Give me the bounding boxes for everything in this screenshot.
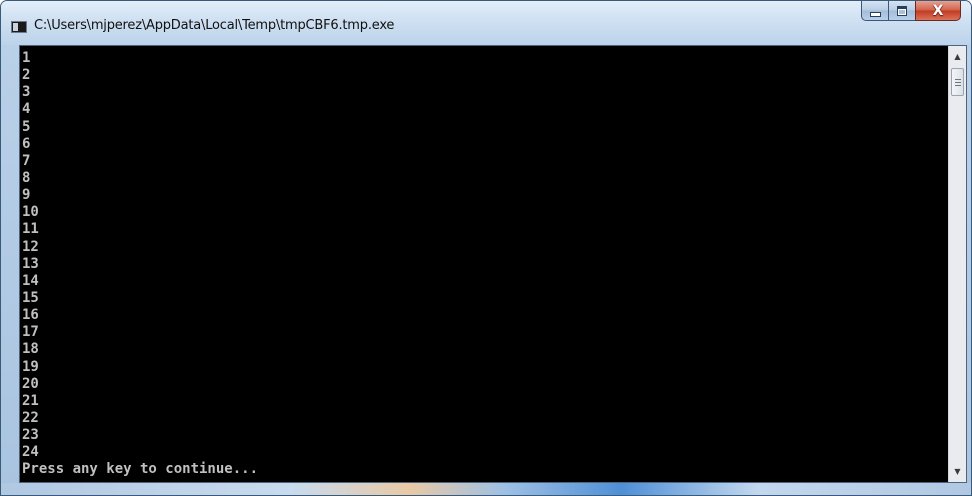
console-line: 3 xyxy=(22,84,31,101)
console-line: 24 xyxy=(22,444,39,461)
window-controls: X xyxy=(861,1,961,23)
minimize-icon xyxy=(869,12,881,17)
console-line: 7 xyxy=(22,152,31,169)
console-line: 18 xyxy=(22,341,39,358)
console-line: 5 xyxy=(22,118,31,135)
thumb-grip-icon xyxy=(954,84,961,86)
close-button[interactable]: X xyxy=(915,1,961,21)
window-title: C:\Users\mjperez\AppData\Local\Temp\tmpC… xyxy=(34,18,395,33)
console-line: 16 xyxy=(22,307,39,324)
console-line: 15 xyxy=(22,289,39,306)
console-line: 9 xyxy=(22,187,31,204)
console-prompt-line: Press any key to continue... xyxy=(22,461,259,478)
thumb-grip-icon xyxy=(954,81,961,83)
console-line: 17 xyxy=(22,324,39,341)
console-area[interactable]: 1 2 3 4 5 6 7 8 9 10 11 12 13 14 15 16 17 18 19 20 21 22 23 24 P… xyxy=(19,45,967,483)
console-app-icon[interactable] xyxy=(11,21,27,33)
maximize-icon xyxy=(897,5,907,16)
console-line: 12 xyxy=(22,238,39,255)
maximize-button[interactable] xyxy=(888,1,915,21)
console-line: 14 xyxy=(22,272,39,289)
console-window: C:\Users\mjperez\AppData\Local\Temp\tmpC… xyxy=(0,0,972,496)
console-line: 1 xyxy=(22,50,31,66)
console-output: 1 2 3 4 5 6 7 8 9 10 11 12 13 14 15 16 17 18 19 20 21 22 23 24 P… xyxy=(22,50,942,482)
scroll-up-icon: ▲ xyxy=(954,52,961,61)
scroll-up-button[interactable]: ▲ xyxy=(949,48,966,65)
console-line: 4 xyxy=(22,101,31,118)
console-line: 2 xyxy=(22,67,31,84)
scroll-down-icon: ▼ xyxy=(954,467,961,476)
console-line: 23 xyxy=(22,427,39,444)
console-line: 20 xyxy=(22,375,39,392)
thumb-grip-icon xyxy=(954,78,961,80)
console-line: 19 xyxy=(22,358,39,375)
console-line: 21 xyxy=(22,392,39,409)
title-bar[interactable]: C:\Users\mjperez\AppData\Local\Temp\tmpC… xyxy=(1,1,971,45)
console-line: 11 xyxy=(22,221,39,238)
scroll-down-button[interactable]: ▼ xyxy=(949,463,966,480)
close-icon: X xyxy=(932,2,944,19)
window-bottom-border xyxy=(1,483,971,495)
scroll-thumb[interactable] xyxy=(951,68,964,96)
console-line: 10 xyxy=(22,204,39,221)
minimize-button[interactable] xyxy=(861,1,888,21)
console-line: 6 xyxy=(22,135,31,152)
vertical-scrollbar[interactable]: ▲ ▼ xyxy=(948,46,966,482)
console-line: 8 xyxy=(22,169,31,186)
console-line: 22 xyxy=(22,409,39,426)
console-line: 13 xyxy=(22,255,39,272)
